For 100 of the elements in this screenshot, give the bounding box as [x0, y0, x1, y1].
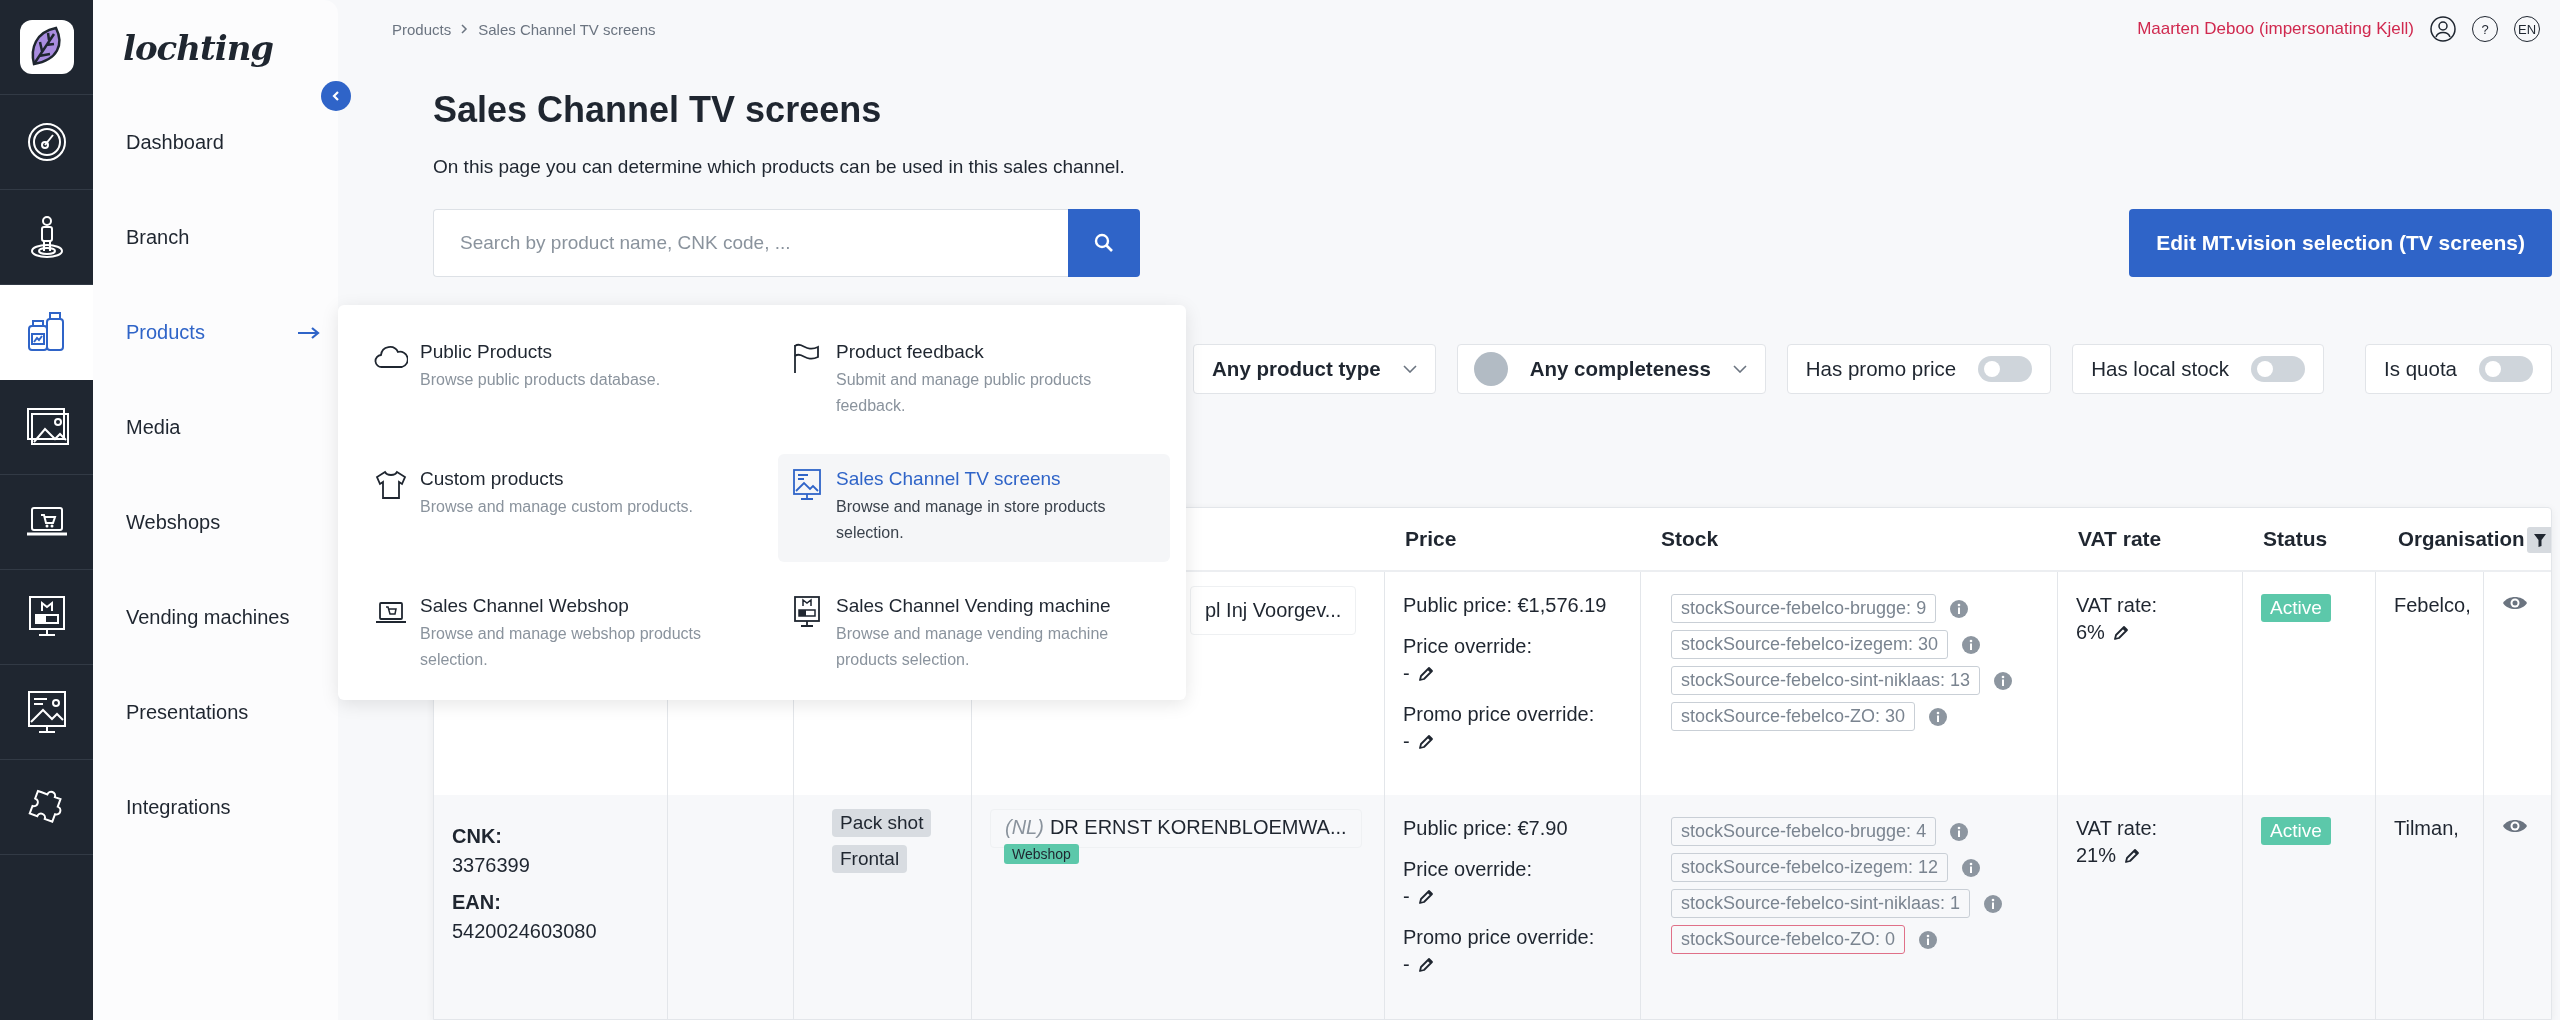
sidebar-item[interactable]: Branch — [93, 190, 338, 285]
chevron-down-icon — [1402, 365, 1417, 373]
menu-item[interactable]: Product feedback Submit and manage public products feedback. — [778, 327, 1170, 435]
eye-icon[interactable] — [2502, 594, 2528, 612]
menu-item[interactable]: Custom products Browse and manage custom products. — [362, 454, 754, 562]
menu-item-title: Sales Channel Vending machine — [836, 595, 1112, 617]
pencil-icon[interactable] — [2124, 847, 2141, 864]
menu-item-title: Public Products — [420, 341, 553, 363]
edit-selection-button[interactable]: Edit MT.vision selection (TV screens) — [2129, 209, 2552, 277]
search-icon — [1094, 233, 1114, 253]
breadcrumb-link[interactable]: Sales Channel TV screens — [478, 20, 656, 38]
info-icon[interactable] — [1962, 635, 1981, 654]
arrow-right-icon — [298, 326, 320, 339]
stock-tag: stockSource-febelco-ZO: 0 — [1671, 925, 1906, 954]
info-icon[interactable] — [1994, 671, 2013, 690]
chevron-left-icon — [330, 90, 342, 102]
toggle-switch[interactable] — [2251, 356, 2306, 382]
public-price: Public price: €7.90 — [1403, 817, 1569, 840]
completeness-dropdown[interactable]: Any completeness — [1456, 344, 1766, 394]
info-icon[interactable] — [1950, 599, 1969, 618]
column-header: Organisation — [2398, 527, 2525, 551]
code-label: EAN: — [452, 891, 502, 914]
collapse-button[interactable] — [321, 81, 351, 111]
breadcrumb-link[interactable]: Products — [392, 20, 452, 38]
pencil-icon[interactable] — [1417, 956, 1434, 973]
status-badge: Active — [2261, 594, 2331, 622]
menu-item-description: Browse and manage in store products selection. — [836, 497, 1107, 543]
price-override-value: - — [1403, 885, 1410, 908]
page-description: On this page you can determine which products can be used in this sales channel. — [433, 156, 1126, 178]
pencil-icon[interactable] — [2112, 624, 2129, 641]
search-field[interactable]: Search by product name, CNK code, ... — [433, 209, 1068, 277]
page-title: Sales Channel TV screens — [433, 89, 883, 131]
price-override-value: - — [1403, 662, 1410, 685]
stock-tag: stockSource-febelco-brugge: 4 — [1671, 817, 1937, 846]
toggle-switch[interactable] — [2479, 356, 2533, 382]
stock-tag: stockSource-febelco-izegem: 30 — [1671, 630, 1949, 659]
promo-override-label: Promo price override: — [1403, 926, 1596, 949]
pencil-icon[interactable] — [1417, 888, 1434, 905]
pencil-icon[interactable] — [1417, 733, 1434, 750]
info-icon[interactable] — [1919, 930, 1938, 949]
price-override-label: Price override: — [1403, 858, 1533, 881]
user-icon[interactable] — [2430, 16, 2456, 42]
user-name[interactable]: Maarten Deboo (impersonating Kjell) — [2137, 19, 2414, 39]
promo-override-value: - — [1403, 953, 1410, 976]
leaf-logo-icon[interactable] — [19, 20, 74, 74]
sidebar-item[interactable]: Webshops — [93, 475, 338, 570]
status-badge: Active — [2261, 817, 2331, 845]
brand-logo: lochting — [123, 27, 274, 68]
stock-tag: stockSource-febelco-ZO: 30 — [1671, 702, 1916, 731]
menu-item-title: Custom products — [420, 468, 565, 490]
sidebar-item[interactable]: Products — [93, 285, 338, 380]
toggle-label: Has promo price — [1805, 357, 1957, 381]
menu-item[interactable]: Sales Channel Vending machine Browse and manage vending machine products selection. — [778, 581, 1170, 689]
organisation-name: Febelco, — [2394, 594, 2471, 616]
code-label: CNK: — [452, 825, 503, 848]
image-type-tag: Frontal — [832, 845, 908, 873]
info-icon[interactable] — [1962, 858, 1981, 877]
menu-item-title: Sales Channel TV screens — [836, 468, 1062, 490]
menu-item-description: Browse and manage vending machine products selection. — [836, 624, 1110, 670]
menu-item[interactable]: Public Products Browse public products database. — [362, 327, 754, 435]
pencil-icon[interactable] — [1417, 665, 1434, 682]
info-icon[interactable] — [1984, 894, 2003, 913]
menu-item[interactable]: Sales Channel Webshop Browse and manage webshop products selection. — [362, 581, 754, 689]
info-icon[interactable] — [1929, 707, 1948, 726]
vat-value: 6% — [2076, 621, 2105, 644]
menu-item-description: Submit and manage public products feedback. — [836, 370, 1093, 416]
stock-tag: stockSource-febelco-izegem: 12 — [1671, 853, 1949, 882]
product-name[interactable]: pl Inj Voorgev... — [1190, 586, 1357, 635]
menu-item-title: Sales Channel Webshop — [420, 595, 630, 617]
sidebar-item[interactable]: Dashboard — [93, 95, 338, 190]
chevron-down-icon — [1732, 365, 1747, 373]
toggle-label: Has local stock — [2091, 357, 2230, 381]
column-header: VAT rate — [2078, 527, 2162, 551]
column-header: Status — [2263, 527, 2328, 551]
sidebar-item[interactable]: Media — [93, 380, 338, 475]
t-shirt-icon — [374, 468, 408, 502]
channel-tag: Webshop — [1004, 844, 1079, 864]
info-icon[interactable] — [1950, 822, 1969, 841]
presentation-screen-icon — [790, 468, 824, 502]
vat-label: VAT rate: — [2076, 594, 2159, 617]
promo-override-label: Promo price override: — [1403, 703, 1596, 726]
search-button[interactable] — [1068, 209, 1140, 277]
sidebar-item[interactable]: Vending machines — [93, 570, 338, 665]
sidebar-item[interactable]: Integrations — [93, 760, 338, 855]
menu-item-description: Browse public products database. — [420, 370, 661, 390]
product-name[interactable]: (NL) DR ERNST KORENBLOEMWA... — [990, 809, 1362, 848]
menu-item[interactable]: Sales Channel TV screens Browse and manage in store products selection. — [778, 454, 1170, 562]
image-type-tag: Pack shot — [832, 809, 932, 837]
toggle-label: Is quota — [2384, 357, 2457, 381]
toggle-switch[interactable] — [1978, 356, 2033, 382]
menu-item-description: Browse and manage custom products. — [420, 497, 694, 517]
product-type-dropdown[interactable]: Any product type — [1193, 344, 1436, 394]
filter-icon[interactable] — [2527, 527, 2551, 553]
sidebar-item[interactable]: Presentations — [93, 665, 338, 760]
menu-item-description: Browse and manage webshop products selection. — [420, 624, 703, 670]
public-price: Public price: €1,576.19 — [1403, 594, 1608, 617]
stock-tag: stockSource-febelco-sint-niklaas: 1 — [1671, 889, 1971, 918]
eye-icon[interactable] — [2502, 817, 2528, 835]
organisation-name: Tilman, — [2394, 817, 2459, 839]
vat-value: 21% — [2076, 844, 2117, 867]
